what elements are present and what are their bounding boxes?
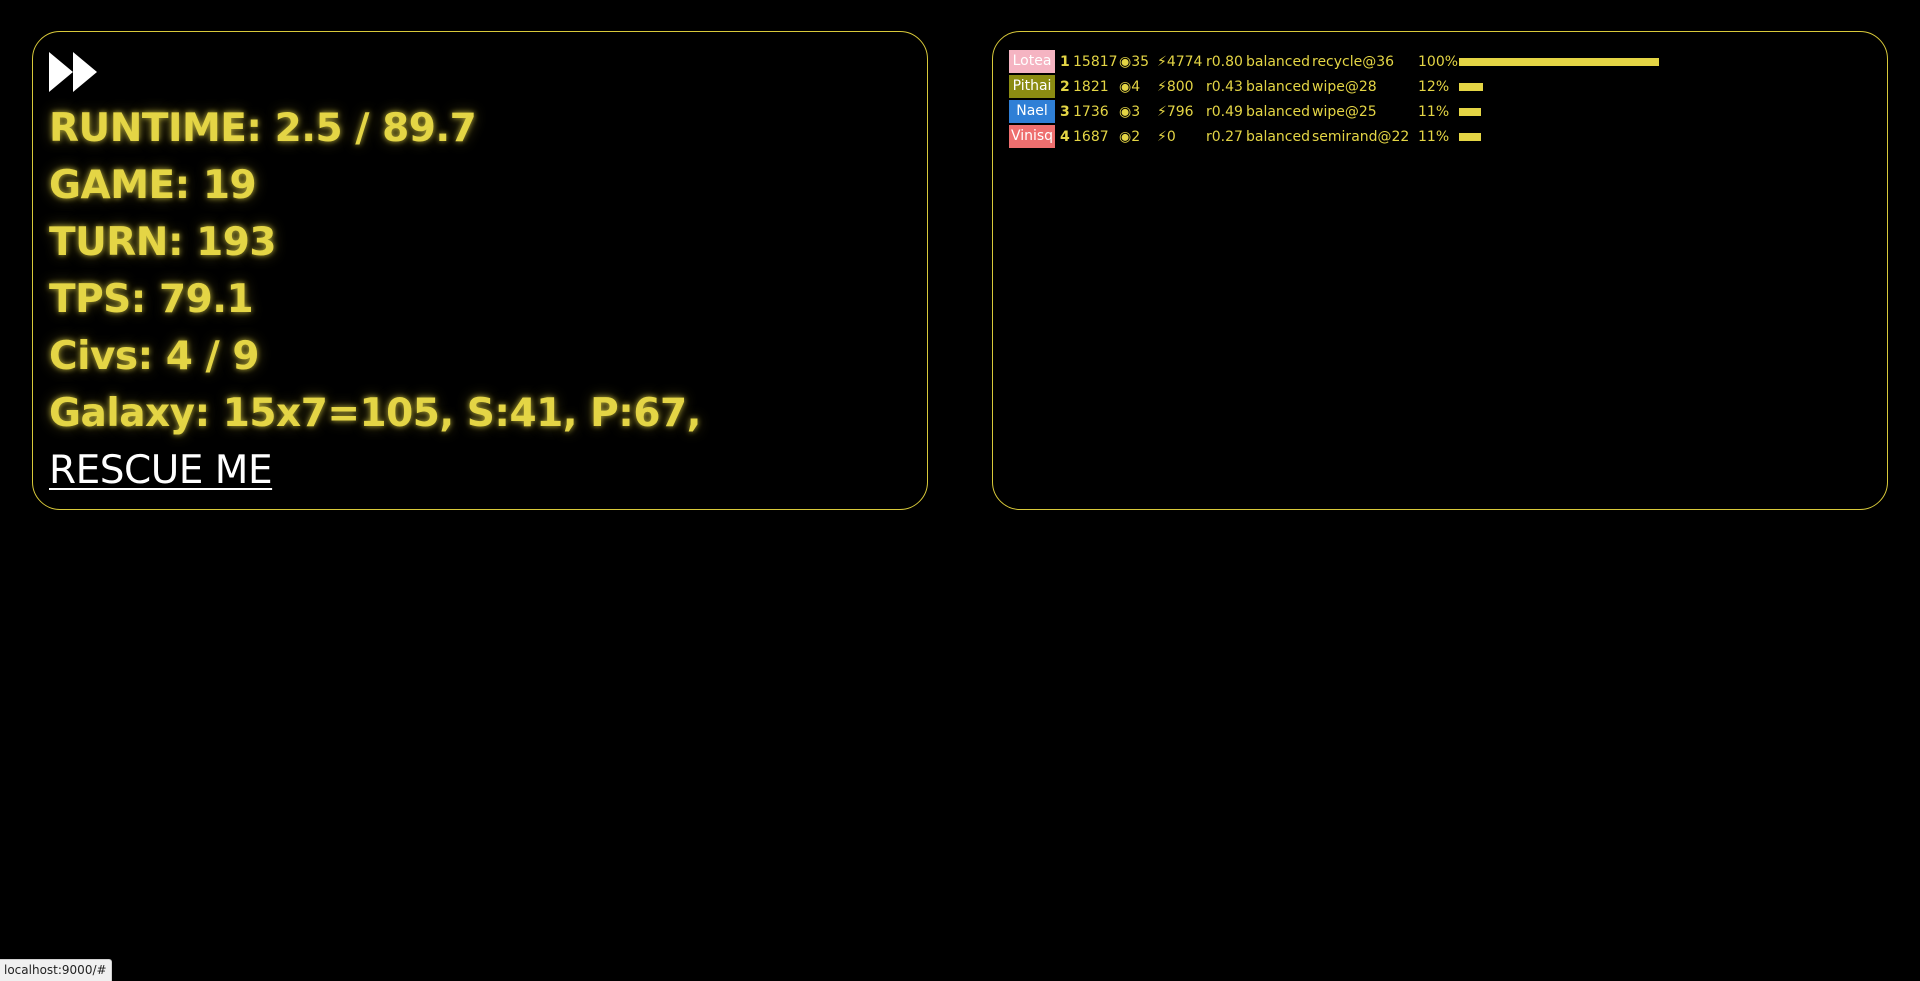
civ-mode: balanced: [1246, 103, 1311, 120]
civ-ratio: r0.43: [1206, 78, 1243, 95]
stat-list: RUNTIME: 2.5 / 89.7 GAME: 19 TURN: 193 T…: [49, 100, 701, 499]
civ-percent: 11%: [1418, 103, 1450, 120]
civ-score: 1736: [1073, 103, 1109, 120]
civ-ratio: r0.27: [1206, 128, 1243, 145]
fast-forward-button[interactable]: [49, 50, 101, 94]
civ-share-bar: [1459, 82, 1669, 91]
civ-percent: 11%: [1418, 128, 1450, 145]
civ-name-badge: Pithai: [1009, 75, 1055, 98]
civ-rank: 1: [1060, 53, 1070, 70]
civ-ratio: r0.49: [1206, 103, 1243, 120]
ranking-row: Nael 3 1736 ◉3 ⚡796 r0.49 balanced wipe@25 11%: [1009, 99, 1669, 124]
civ-planets: ◉35: [1119, 53, 1150, 70]
civ-share-bar-fill: [1459, 82, 1483, 91]
civ-energy: ⚡4774: [1157, 53, 1203, 70]
civ-planets: ◉2: [1119, 128, 1141, 145]
civ-energy: ⚡796: [1157, 103, 1194, 120]
civ-share-bar-fill: [1459, 107, 1481, 116]
civ-rank: 3: [1060, 103, 1070, 120]
civ-share-bar-fill: [1459, 132, 1481, 141]
civ-strategy: recycle@36: [1312, 53, 1395, 70]
civ-ratio: r0.80: [1206, 53, 1243, 70]
civ-share-bar: [1459, 132, 1669, 141]
civ-mode: balanced: [1246, 128, 1311, 145]
civ-strategy: wipe@25: [1312, 103, 1377, 120]
civ-percent: 12%: [1418, 78, 1450, 95]
runtime-stat: RUNTIME: 2.5 / 89.7: [49, 106, 477, 151]
fast-forward-icon: [49, 52, 97, 92]
civ-energy: ⚡800: [1157, 78, 1194, 95]
civ-rank: 2: [1060, 78, 1070, 95]
browser-status-url: localhost:9000/#: [0, 959, 112, 981]
civ-share-bar-fill: [1459, 57, 1659, 66]
civ-planets: ◉3: [1119, 103, 1141, 120]
ranking-row: Vinisq 4 1687 ◉2 ⚡0 r0.27 balanced semirand@22 1…: [1009, 124, 1669, 149]
civ-name-badge: Lotea: [1009, 50, 1055, 73]
rescue-me-link[interactable]: RESCUE ME: [49, 442, 273, 499]
civ-planets: ◉4: [1119, 78, 1141, 95]
stats-panel: RUNTIME: 2.5 / 89.7 GAME: 19 TURN: 193 T…: [32, 31, 928, 510]
civ-ranking-table: Lotea 1 15817 ◉35 ⚡4774 r0.80 balanced recycle@…: [1009, 49, 1669, 149]
civs-stat: Civs: 4 / 9: [49, 334, 259, 379]
ranking-row: Pithai 2 1821 ◉4 ⚡800 r0.43 balanced wipe@28 12%: [1009, 74, 1669, 99]
civ-rank: 4: [1060, 128, 1070, 145]
civ-score: 1821: [1073, 78, 1109, 95]
civ-score: 1687: [1073, 128, 1109, 145]
ranking-panel: Lotea 1 15817 ◉35 ⚡4774 r0.80 balanced recycle@…: [992, 31, 1888, 510]
civ-energy: ⚡0: [1157, 128, 1176, 145]
civ-name-badge: Vinisq: [1009, 125, 1055, 148]
civ-share-bar: [1459, 57, 1669, 66]
civ-strategy: semirand@22: [1312, 128, 1410, 145]
civ-strategy: wipe@28: [1312, 78, 1377, 95]
turn-stat: TURN: 193: [49, 220, 277, 265]
game-stat: GAME: 19: [49, 163, 257, 208]
civ-score: 15817: [1073, 53, 1118, 70]
civ-name-badge: Nael: [1009, 100, 1055, 123]
tps-stat: TPS: 79.1: [49, 277, 254, 322]
civ-share-bar: [1459, 107, 1669, 116]
civ-mode: balanced: [1246, 53, 1311, 70]
galaxy-stat: Galaxy: 15x7=105, S:41, P:67,: [49, 391, 701, 436]
ranking-row: Lotea 1 15817 ◉35 ⚡4774 r0.80 balanced recycle@…: [1009, 49, 1669, 74]
civ-mode: balanced: [1246, 78, 1311, 95]
civ-percent: 100%: [1418, 53, 1459, 70]
